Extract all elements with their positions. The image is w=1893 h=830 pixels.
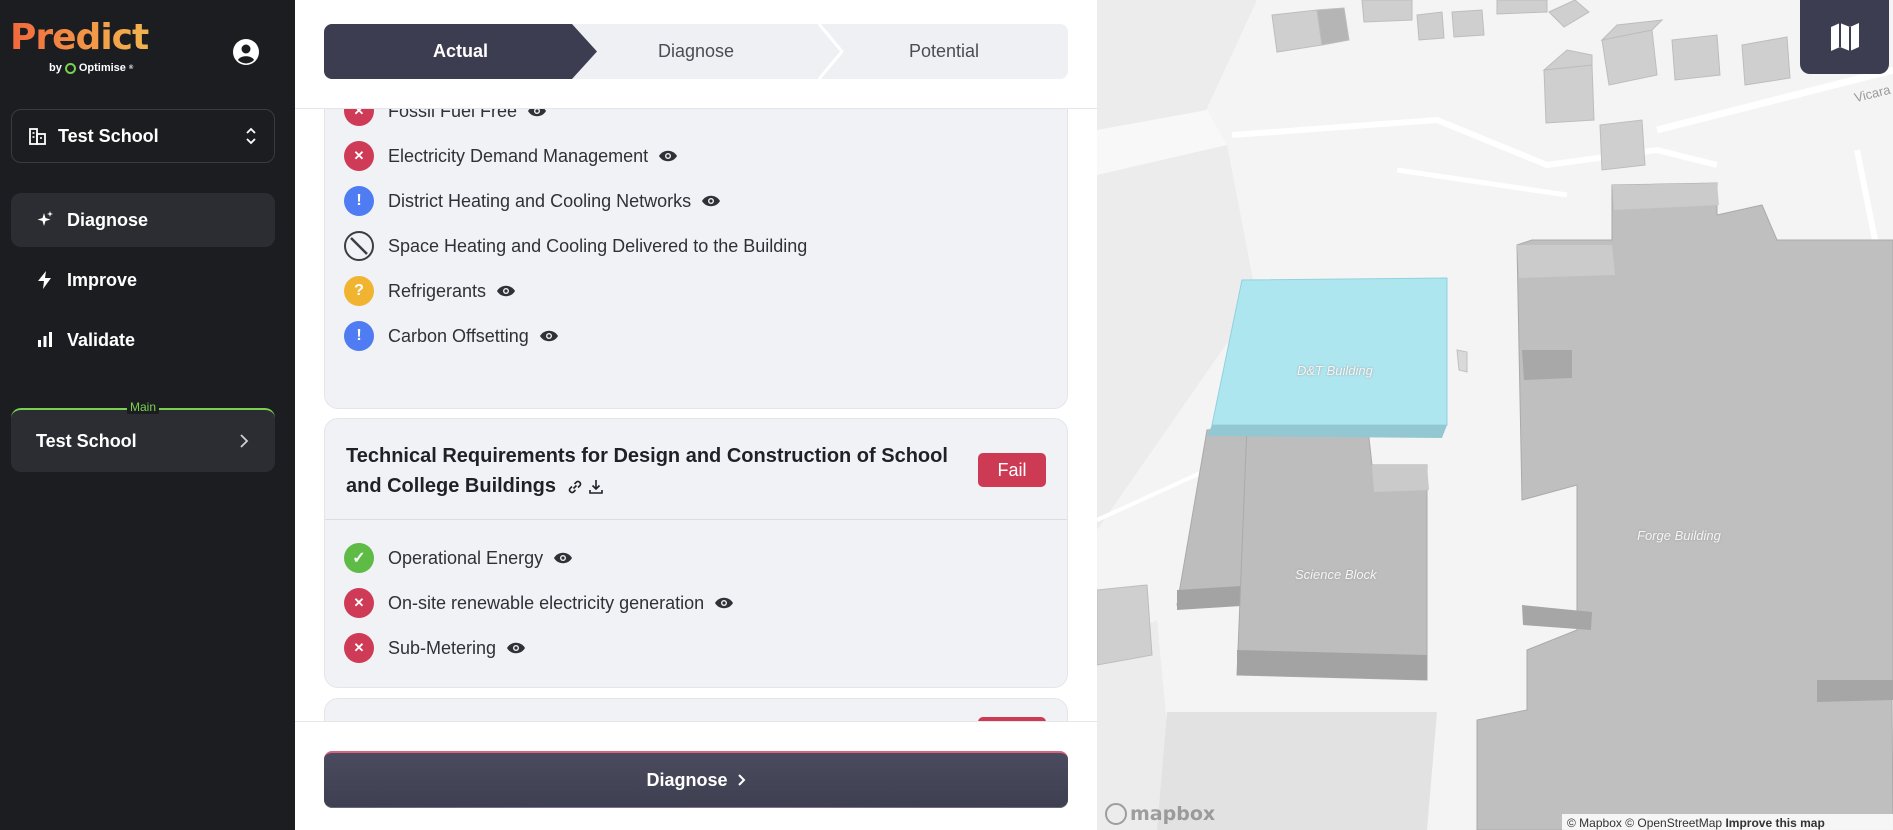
attribution-text: © Mapbox © OpenStreetMap	[1567, 816, 1723, 830]
mapbox-logo-text: mapbox	[1130, 803, 1216, 825]
card-divider	[325, 519, 1067, 520]
standard-card: ✓ ✕ Fossil Fuel Free ✕ Electricity Deman…	[324, 109, 1068, 409]
diagnose-panel: Diagnose Potential Actual ✓ ✕ Fossil Fue…	[295, 0, 1097, 830]
tab-diagnose[interactable]: Diagnose	[572, 24, 820, 79]
site-selector[interactable]: Test School	[11, 109, 275, 163]
sidebar-item-validate[interactable]: Validate	[11, 313, 275, 367]
sidebar-item-diagnose[interactable]: Diagnose	[11, 193, 275, 247]
sidebar-item-label: Validate	[67, 329, 136, 350]
requirement-label: District Heating and Cooling Networks	[388, 190, 692, 211]
logo-brand-mark: ®	[128, 65, 134, 71]
eye-icon[interactable]	[714, 596, 734, 610]
standard-card: Technical Requirements for Design and Co…	[324, 418, 1068, 688]
main-site-tag: Main	[126, 400, 160, 414]
sidebar-item-improve[interactable]: Improve	[11, 253, 275, 307]
card-title-text: Technical Requirements for Design and Co…	[346, 445, 948, 497]
requirement-label: Sub-Metering	[388, 637, 497, 658]
building-icon	[29, 128, 46, 145]
logo-byline: by Optimise ®	[49, 62, 133, 74]
tab-potential[interactable]: Potential	[820, 24, 1068, 79]
eye-icon[interactable]	[539, 329, 559, 343]
main-site-name: Test School	[36, 430, 137, 451]
map-attribution: © Mapbox © OpenStreetMap Improve this ma…	[1562, 814, 1893, 830]
status-badge: Fail	[978, 453, 1046, 487]
requirement-label: On-site renewable electricity generation	[388, 592, 705, 613]
eye-icon[interactable]	[553, 551, 573, 565]
list-item: ! Carbon Offsetting	[344, 321, 559, 351]
list-item: ? Refrigerants	[344, 276, 516, 306]
diagnose-button[interactable]: Diagnose	[324, 751, 1068, 807]
map-canvas[interactable]	[1097, 0, 1893, 830]
standard-card	[324, 698, 1068, 721]
download-icon[interactable]	[587, 478, 605, 496]
site-selector-label: Test School	[58, 125, 159, 146]
eye-icon[interactable]	[658, 149, 678, 163]
main-site-card[interactable]: Main Test School	[11, 400, 275, 472]
card-title-actions	[566, 478, 605, 496]
step-tabs: Diagnose Potential Actual	[324, 24, 1068, 79]
eye-icon[interactable]	[506, 641, 526, 655]
list-item: Space Heating and Cooling Delivered to t…	[344, 231, 807, 261]
eye-icon[interactable]	[527, 109, 547, 118]
list-item: ✕ Electricity Demand Management	[344, 141, 678, 171]
optimise-leaf-icon	[64, 62, 76, 74]
sidebar: Predict by Optimise ® Test School Diagno…	[0, 0, 295, 830]
requirement-label: Electricity Demand Management	[388, 145, 649, 166]
account-icon[interactable]	[232, 38, 260, 66]
eye-icon[interactable]	[701, 194, 721, 208]
requirement-label: Space Heating and Cooling Delivered to t…	[388, 235, 808, 256]
list-item: ✕ On-site renewable electricity generati…	[344, 588, 734, 618]
pass-check-icon: ✓	[344, 543, 374, 573]
list-item: ! District Heating and Cooling Networks	[344, 186, 721, 216]
not-applicable-icon	[344, 231, 374, 261]
results-scroll-area[interactable]: ✓ ✕ Fossil Fuel Free ✕ Electricity Deman…	[295, 109, 1097, 721]
info-exclamation-icon: !	[344, 321, 374, 351]
chevron-right-icon	[240, 434, 249, 448]
site-map[interactable]: D&T Building Science Block Forge Buildin…	[1097, 0, 1893, 830]
logo-brand: Optimise	[78, 62, 126, 74]
list-item: ✕ Sub-Metering	[344, 633, 526, 663]
bar-chart-icon	[35, 330, 55, 350]
map-icon	[1830, 23, 1859, 51]
unknown-question-icon: ?	[344, 276, 374, 306]
fail-x-icon: ✕	[344, 633, 374, 663]
improve-map-link[interactable]: Improve this map	[1725, 816, 1824, 830]
mapbox-logo[interactable]: mapbox	[1105, 802, 1215, 826]
diagnose-button-label: Diagnose	[646, 769, 728, 790]
eye-icon[interactable]	[496, 284, 516, 298]
info-exclamation-icon: !	[344, 186, 374, 216]
logo-by-text: by	[49, 62, 62, 74]
logo-word: Predict	[10, 18, 170, 58]
sparkles-icon	[35, 210, 55, 230]
mapbox-logo-icon	[1105, 803, 1127, 825]
fail-x-icon: ✕	[344, 588, 374, 618]
footer-divider	[295, 721, 1097, 722]
tab-actual[interactable]: Actual	[324, 24, 597, 79]
sidebar-item-label: Improve	[67, 269, 138, 290]
map-view-toggle-button[interactable]	[1800, 0, 1889, 74]
list-item: ✕ Fossil Fuel Free	[344, 109, 547, 126]
map-building-label[interactable]: D&T Building	[1297, 363, 1373, 378]
requirement-label: Fossil Fuel Free	[388, 109, 518, 121]
link-icon[interactable]	[566, 478, 584, 496]
map-building-label[interactable]: Science Block	[1295, 567, 1377, 582]
chevron-up-down-icon	[246, 127, 256, 145]
requirement-label: Refrigerants	[388, 280, 487, 301]
requirement-label: Carbon Offsetting	[388, 325, 529, 346]
predict-logo[interactable]: Predict by Optimise ®	[10, 18, 170, 80]
card-title: Technical Requirements for Design and Co…	[346, 441, 966, 501]
list-item: ✓ Operational Energy	[344, 543, 573, 573]
fail-x-icon: ✕	[344, 109, 374, 126]
map-building-label[interactable]: Forge Building	[1637, 528, 1721, 543]
chevron-right-icon	[737, 774, 745, 786]
step-separator	[817, 24, 844, 79]
fail-x-icon: ✕	[344, 141, 374, 171]
requirement-label: Operational Energy	[388, 547, 544, 568]
lightning-icon	[35, 270, 55, 290]
sidebar-item-label: Diagnose	[67, 209, 149, 230]
